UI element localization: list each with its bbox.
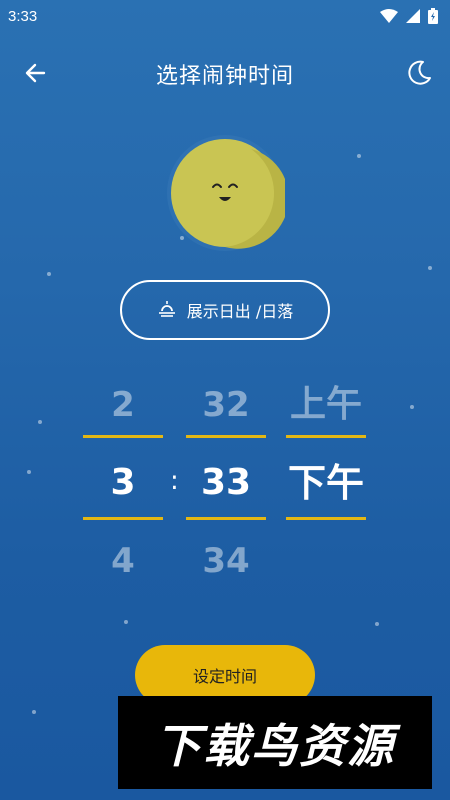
ampm-divider-top: [286, 435, 366, 438]
set-time-label: 设定时间: [192, 667, 257, 686]
battery-icon: [428, 8, 438, 24]
sunrise-sunset-label: 展示日出 /日落: [186, 302, 294, 321]
star: [47, 272, 51, 276]
moon-icon: [408, 60, 431, 85]
hour-next[interactable]: 4: [83, 526, 163, 596]
ampm-divider-bottom: [286, 517, 366, 520]
minute-divider-top: [186, 435, 266, 438]
ampm-current[interactable]: 下午: [286, 446, 366, 520]
star: [32, 710, 36, 714]
ampm-prev[interactable]: 上午: [286, 370, 366, 440]
app-bar: 选择闹钟时间: [0, 50, 450, 94]
minute-divider-bottom: [186, 517, 266, 520]
minute-prev[interactable]: 32: [186, 370, 266, 440]
star: [428, 266, 432, 270]
wifi-icon: [380, 9, 398, 23]
watermark: 下载鸟资源: [118, 696, 432, 789]
status-bar: 3:33: [0, 0, 450, 32]
hour-wheel[interactable]: 2 3 4: [83, 370, 163, 596]
theme-toggle-button[interactable]: [404, 58, 434, 88]
moon-illustration: [165, 135, 289, 255]
status-time: 3:33: [8, 7, 38, 25]
ampm-wheel[interactable]: 上午 下午: [286, 370, 366, 520]
hour-divider-top: [83, 435, 163, 438]
minute-next[interactable]: 34: [186, 526, 266, 596]
minute-wheel[interactable]: 32 33 34: [186, 370, 266, 596]
hour-divider-bottom: [83, 517, 163, 520]
sunrise-sunset-toggle[interactable]: 展示日出 /日落: [120, 280, 330, 340]
hour-current[interactable]: 3: [83, 446, 163, 520]
sunrise-icon: [158, 301, 175, 317]
minute-current[interactable]: 33: [186, 446, 266, 520]
signal-icon: [406, 9, 420, 23]
smiling-moon-icon: [167, 135, 289, 251]
star: [375, 622, 379, 626]
time-separator: :: [170, 466, 179, 496]
star: [124, 620, 128, 624]
hour-prev[interactable]: 2: [83, 370, 163, 440]
status-icons: [380, 8, 438, 24]
time-picker: 2 3 4 : 32 33 34 上午 下午: [0, 370, 450, 590]
star: [357, 154, 361, 158]
page-title: 选择闹钟时间: [155, 64, 294, 89]
